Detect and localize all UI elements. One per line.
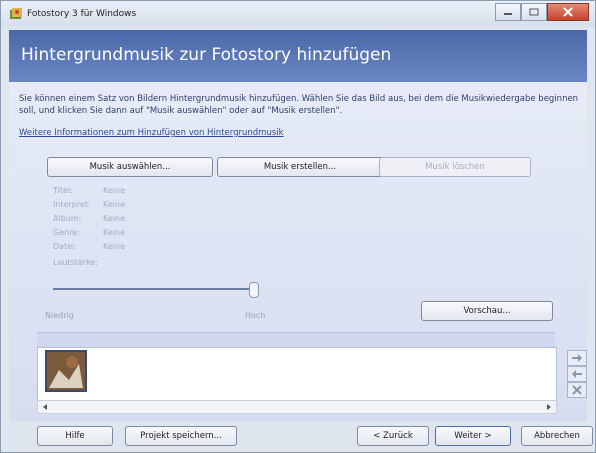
meta-artist-value: Keine bbox=[103, 200, 125, 209]
create-music-button[interactable]: Musik erstellen... bbox=[217, 157, 383, 177]
arrow-left-icon bbox=[572, 370, 582, 378]
filmstrip-thumbnail[interactable] bbox=[45, 350, 87, 392]
preview-button[interactable]: Vorschau... bbox=[421, 301, 553, 321]
volume-slider-fill bbox=[53, 288, 253, 290]
maximize-button[interactable] bbox=[521, 3, 547, 21]
page-title: Hintergrundmusik zur Fotostory hinzufüge… bbox=[21, 45, 392, 65]
meta-album-value: Keine bbox=[103, 214, 125, 223]
meta-file-value: Keine bbox=[103, 242, 125, 251]
meta-genre-label: Genre: bbox=[53, 228, 80, 237]
title-bar[interactable]: Fotostory 3 für Windows bbox=[1, 1, 595, 27]
music-timeline-bar bbox=[37, 332, 555, 347]
close-icon bbox=[563, 7, 573, 17]
page-header: Hintergrundmusik zur Fotostory hinzufüge… bbox=[9, 30, 587, 82]
meta-file-label: Datei: bbox=[53, 242, 78, 251]
scroll-right-icon[interactable] bbox=[544, 402, 554, 412]
maximize-icon bbox=[529, 8, 539, 16]
scroll-left-icon[interactable] bbox=[40, 402, 50, 412]
meta-file-row: Datei: Keine bbox=[53, 242, 125, 251]
meta-genre-row: Genre: Keine bbox=[53, 228, 125, 237]
filmstrip-scrollbar[interactable] bbox=[37, 400, 557, 414]
back-button[interactable]: < Zurück bbox=[357, 426, 429, 446]
move-right-button[interactable] bbox=[567, 350, 587, 366]
cancel-button[interactable]: Abbrechen bbox=[521, 426, 593, 446]
volume-low-label: Niedrig bbox=[45, 311, 74, 320]
info-link[interactable]: Weitere Informationen zum Hinzufügen von… bbox=[19, 128, 284, 138]
close-button[interactable] bbox=[547, 3, 589, 21]
meta-album-row: Album: Keine bbox=[53, 214, 125, 223]
meta-genre-value: Keine bbox=[103, 228, 125, 237]
window-title: Fotostory 3 für Windows bbox=[27, 9, 137, 19]
remove-icon bbox=[572, 385, 582, 395]
meta-title-row: Titel: Keine bbox=[53, 186, 125, 195]
volume-slider-thumb[interactable] bbox=[249, 282, 259, 298]
intro-text: Sie können einem Satz von Bildern Hinter… bbox=[19, 94, 579, 116]
save-project-button[interactable]: Projekt speichern... bbox=[125, 426, 237, 446]
remove-button[interactable] bbox=[567, 382, 587, 398]
delete-music-button[interactable]: Musik löschen bbox=[379, 157, 531, 177]
meta-volume-label: Lautstärke: bbox=[53, 258, 99, 267]
next-button[interactable]: Weiter > bbox=[435, 426, 511, 446]
meta-volume-row: Lautstärke: bbox=[53, 258, 98, 267]
select-music-button[interactable]: Musik auswählen... bbox=[47, 157, 213, 177]
meta-title-value: Keine bbox=[103, 186, 125, 195]
app-window: Fotostory 3 für Windows Hintergrundmusik… bbox=[0, 0, 596, 453]
meta-title-label: Titel: bbox=[53, 186, 73, 195]
minimize-button[interactable] bbox=[495, 3, 521, 21]
arrow-right-icon bbox=[572, 354, 582, 362]
meta-artist-row: Interpret: Keine bbox=[53, 200, 125, 209]
photo-story-icon bbox=[10, 8, 22, 19]
filmstrip[interactable] bbox=[37, 347, 557, 401]
help-button[interactable]: Hilfe bbox=[37, 426, 113, 446]
meta-artist-label: Interpret: bbox=[53, 200, 91, 209]
move-left-button[interactable] bbox=[567, 366, 587, 382]
minimize-icon bbox=[504, 13, 512, 15]
volume-high-label: Hoch bbox=[245, 311, 266, 320]
meta-album-label: Album: bbox=[53, 214, 82, 223]
